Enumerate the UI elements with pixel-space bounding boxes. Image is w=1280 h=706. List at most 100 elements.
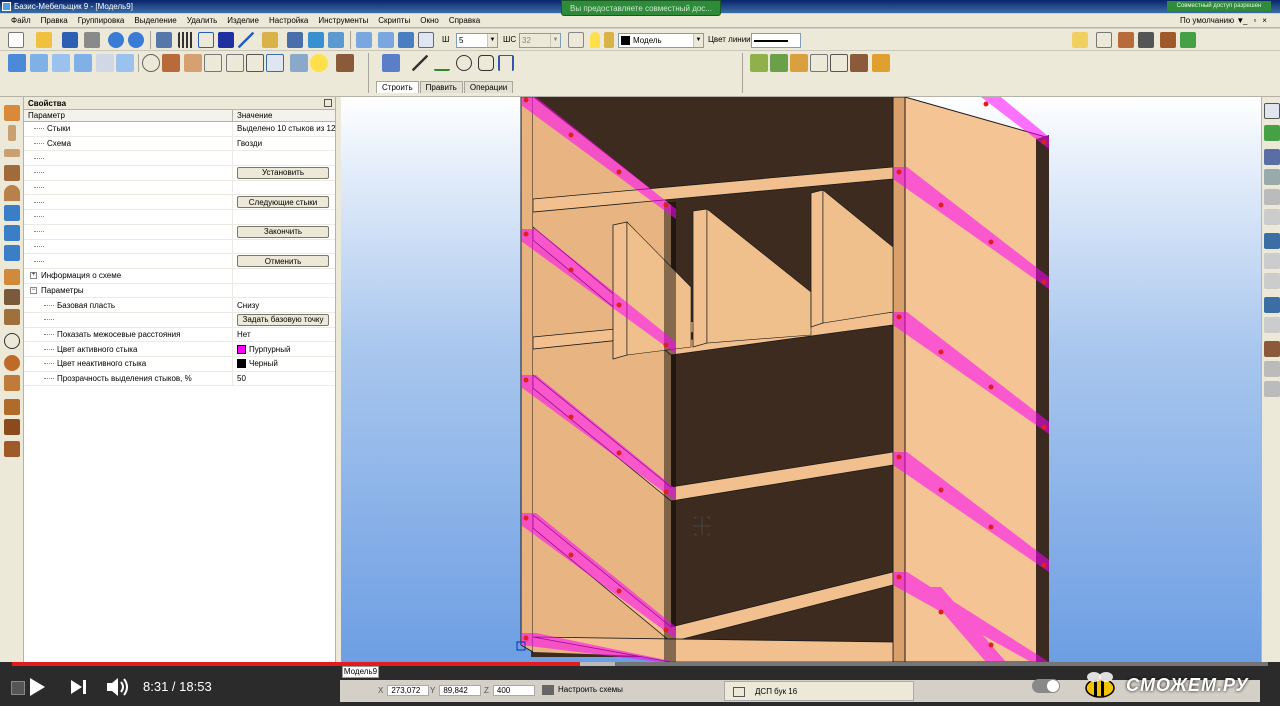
array-icon[interactable] [1264, 169, 1280, 185]
sphere-icon[interactable] [4, 355, 20, 371]
offset-icon[interactable] [1264, 209, 1280, 225]
front-panel-icon[interactable] [4, 165, 20, 181]
horizontal-panel-icon[interactable] [4, 149, 20, 157]
print-icon[interactable] [84, 32, 100, 48]
undo-icon[interactable] [108, 32, 124, 48]
minimize-button[interactable]: _ [1243, 14, 1247, 28]
gap-icon[interactable] [4, 245, 20, 261]
panel-tool-icon[interactable] [4, 105, 20, 121]
active-color-picker[interactable]: Пурпурный [233, 344, 335, 354]
menu-scripts[interactable]: Скрипты [373, 14, 415, 28]
panel-iso-icon[interactable] [96, 54, 114, 72]
fasteners-icon[interactable] [750, 54, 768, 72]
tab-edit[interactable]: Править [419, 81, 463, 93]
set-base-point-button[interactable]: Задать базовую точку [237, 313, 329, 326]
menu-select[interactable]: Выделение [129, 14, 181, 28]
light-icon[interactable] [310, 54, 328, 72]
line-style-select[interactable] [751, 33, 801, 48]
property-group-row[interactable]: − Параметры [24, 283, 335, 299]
cancel-button[interactable]: Отменить [237, 255, 329, 268]
explode-icon[interactable] [1264, 381, 1280, 397]
green-tool-icon[interactable] [1264, 125, 1280, 141]
next-joints-button[interactable]: Следующие стыки [237, 196, 329, 209]
panel-back-icon[interactable] [74, 54, 92, 72]
redo-icon[interactable] [128, 32, 144, 48]
hatch-icon[interactable] [1264, 149, 1280, 165]
block-icon[interactable] [4, 399, 20, 415]
line-tool-icon[interactable] [238, 32, 254, 48]
next-icon[interactable] [70, 679, 88, 695]
boolean-icon[interactable] [1264, 317, 1280, 333]
lock-icon[interactable] [604, 32, 614, 48]
hidden-line-icon[interactable] [226, 54, 244, 72]
lightbulb-icon[interactable] [590, 32, 600, 48]
save-icon[interactable] [62, 32, 78, 48]
collapse-minus-icon[interactable]: − [30, 286, 37, 294]
folder-icon[interactable] [1072, 32, 1088, 48]
sum-icon[interactable] [1138, 32, 1154, 48]
property-value[interactable]: 50 [237, 374, 246, 383]
copy-icon[interactable] [328, 32, 344, 48]
panel-top-icon[interactable] [52, 54, 70, 72]
screen-share-banner[interactable]: Вы предоставляете совместный дос... [561, 0, 721, 16]
menu-file[interactable]: Файл [6, 14, 36, 28]
set-button[interactable]: Установить [237, 166, 329, 179]
vertical-panel-icon[interactable] [8, 125, 16, 141]
video-progress-bar[interactable] [12, 662, 1268, 666]
zoom-all-icon[interactable] [378, 32, 394, 48]
tab-model9[interactable]: Модель9 [342, 666, 379, 678]
menu-window[interactable]: Окно [415, 14, 444, 28]
solid-icon[interactable] [1264, 297, 1280, 313]
property-value[interactable]: Снизу [237, 301, 259, 310]
tab-operations[interactable]: Операции [463, 81, 514, 93]
zoom-icon[interactable] [398, 32, 414, 48]
section-icon[interactable] [4, 225, 20, 241]
handle-icon[interactable] [4, 309, 20, 325]
inspect-icon[interactable] [830, 54, 848, 72]
camera-icon[interactable] [290, 54, 308, 72]
layer-select[interactable]: Модель ▼ [618, 33, 704, 48]
wood-icon[interactable] [1264, 341, 1280, 357]
refresh-icon[interactable] [142, 54, 160, 72]
rotate-icon[interactable] [308, 32, 324, 48]
outline-icon[interactable] [246, 54, 264, 72]
ortho-icon[interactable] [198, 32, 214, 48]
finish-button[interactable]: Закончить [237, 225, 329, 238]
layers-icon[interactable] [568, 32, 584, 48]
step-field[interactable]: 32 ▼ [519, 33, 561, 48]
curved-panel-icon[interactable] [4, 185, 20, 201]
chevron-down-icon[interactable]: ▼ [550, 34, 560, 47]
box-icon[interactable] [850, 54, 868, 72]
play-icon[interactable] [28, 677, 46, 697]
export-icon[interactable] [872, 54, 890, 72]
new-file-icon[interactable] [8, 32, 24, 48]
close-icon[interactable] [324, 99, 332, 107]
menu-settings[interactable]: Настройка [264, 14, 313, 28]
wireframe-icon[interactable] [204, 54, 222, 72]
texture-icon[interactable] [1160, 32, 1176, 48]
autoplay-toggle[interactable] [1032, 679, 1060, 693]
property-value[interactable]: Гвозди [237, 139, 262, 148]
snap-icon[interactable] [156, 32, 172, 48]
close-button[interactable]: × [1262, 14, 1267, 28]
chevron-down-icon[interactable]: ▼ [487, 34, 497, 47]
joints-icon[interactable] [810, 54, 828, 72]
polyline-icon[interactable] [434, 55, 450, 71]
cabinet-icon[interactable] [1118, 32, 1134, 48]
pan-icon[interactable] [418, 32, 434, 48]
open-folder-icon[interactable] [36, 32, 52, 48]
polygon-icon[interactable] [478, 55, 494, 71]
fillet-icon[interactable] [1264, 253, 1280, 269]
sketch-icon[interactable] [382, 54, 400, 72]
expand-plus-icon[interactable]: + [30, 272, 37, 280]
mirror-icon[interactable] [1264, 189, 1280, 205]
inactive-color-picker[interactable]: Черный [233, 359, 335, 369]
measure-icon[interactable] [262, 32, 278, 48]
help-icon[interactable] [11, 681, 25, 695]
clock-icon[interactable] [4, 333, 20, 349]
line-icon[interactable] [412, 55, 428, 71]
property-value[interactable]: Нет [237, 330, 251, 339]
edge-band-icon[interactable] [770, 54, 788, 72]
menu-product[interactable]: Изделие [222, 14, 264, 28]
dimension-icon[interactable] [498, 55, 514, 71]
